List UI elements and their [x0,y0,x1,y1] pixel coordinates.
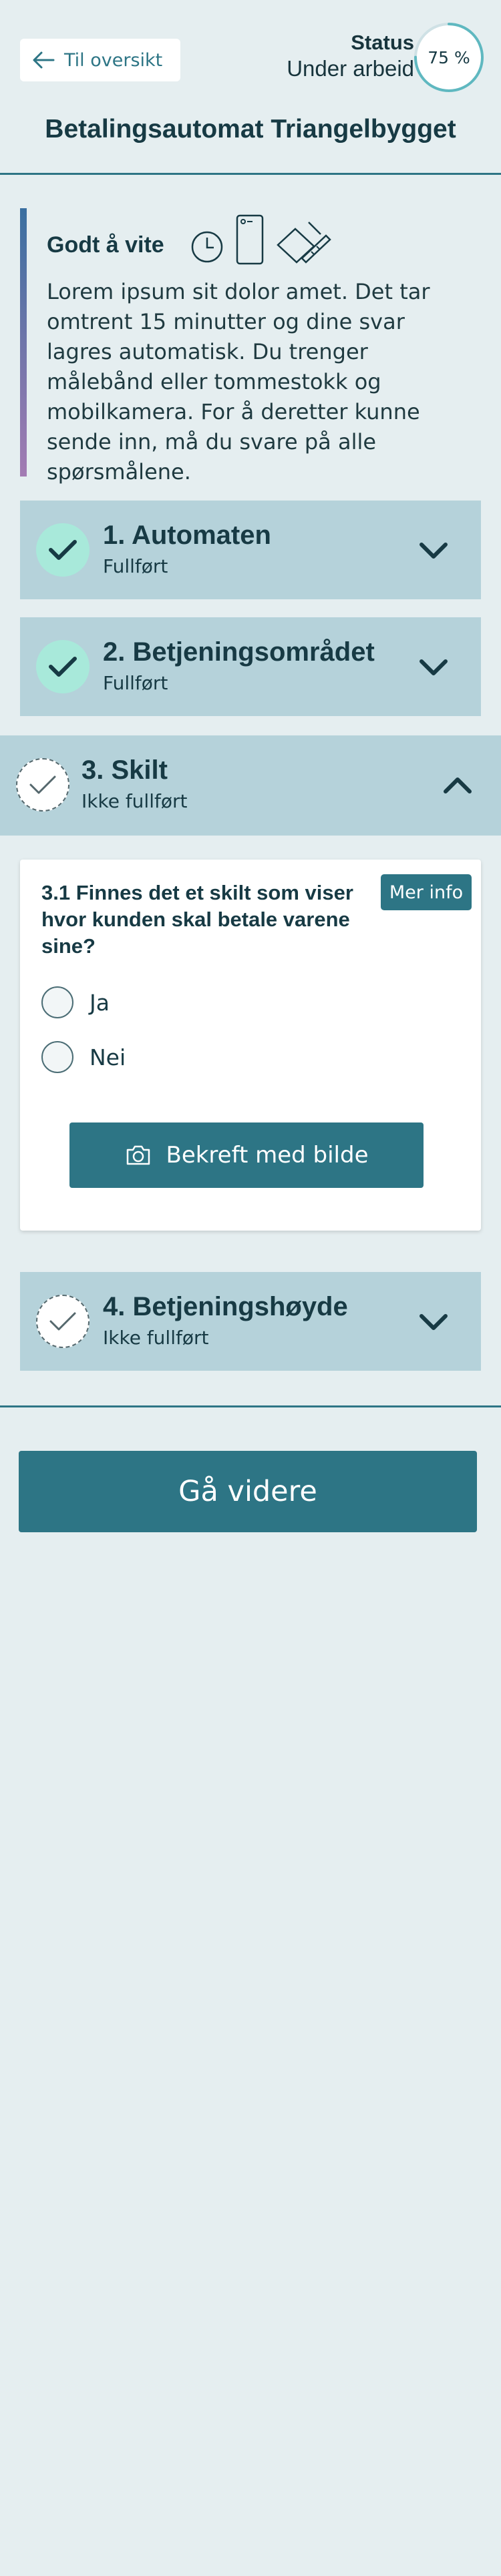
info-title: Godt å vite [47,232,164,258]
radio-button[interactable] [41,1041,73,1073]
section-automaten[interactable]: 1. Automaten Fullført [20,501,481,599]
camera-icon [126,1145,150,1165]
section-betjeningsomradet[interactable]: 2. Betjeningsområdet Fullført [20,617,481,716]
question-card: 3.1 Finnes det et skilt som viser hvor k… [20,860,481,1231]
status-label: Status [351,31,414,54]
footer-divider [0,1405,501,1407]
section-title: 2. Betjeningsområdet [103,637,375,667]
option-label: Ja [90,989,110,1016]
clock-icon [191,231,223,263]
measuring-tape-icon [277,222,331,264]
arrow-left-icon [33,51,55,69]
section-status: Ikke fullført [103,1327,209,1349]
chevron-down-icon [420,543,448,559]
chevron-down-icon [420,659,448,675]
section-status: Fullført [103,555,168,577]
header-divider [0,173,501,175]
completed-check-icon [36,640,90,693]
page-title: Betalingsautomat Triangelbygget [45,115,456,143]
completed-check-icon [36,523,90,577]
section-title: 3. Skilt [81,755,168,785]
back-to-overview-button[interactable]: Til oversikt [20,39,180,81]
confirm-with-photo-button[interactable]: Bekreft med bilde [69,1122,424,1188]
info-text: Lorem ipsum sit dolor amet. Det tar omtr… [47,279,430,485]
option-label: Nei [90,1044,126,1070]
section-status: Ikke fullført [81,790,188,812]
radio-button[interactable] [41,986,73,1018]
chevron-up-icon [444,777,472,793]
status-block: Status Under arbeid [287,31,414,81]
progress-text: 75 % [428,47,470,67]
incomplete-check-icon [16,758,69,812]
section-skilt[interactable]: 3. Skilt Ikke fullført [0,735,501,836]
question-text: 3.1 Finnes det et skilt som viser hvor k… [41,881,353,958]
section-title: 1. Automaten [103,521,271,550]
section-status: Fullført [103,672,168,694]
continue-button[interactable]: Gå videre [19,1451,477,1532]
option-ja[interactable]: Ja [41,986,110,1018]
phone-icon [236,214,264,265]
incomplete-check-icon [36,1295,90,1348]
section-betjeningshoyde[interactable]: 4. Betjeningshøyde Ikke fullført [20,1272,481,1371]
status-value: Under arbeid [287,56,414,81]
chevron-down-icon [420,1314,448,1330]
section-title: 4. Betjeningshøyde [103,1292,348,1321]
photo-button-label: Bekreft med bilde [166,1142,369,1169]
more-info-button[interactable]: Mer info [381,874,472,910]
option-nei[interactable]: Nei [41,1041,126,1073]
info-accent-bar [20,208,27,476]
back-label: Til oversikt [64,49,163,71]
